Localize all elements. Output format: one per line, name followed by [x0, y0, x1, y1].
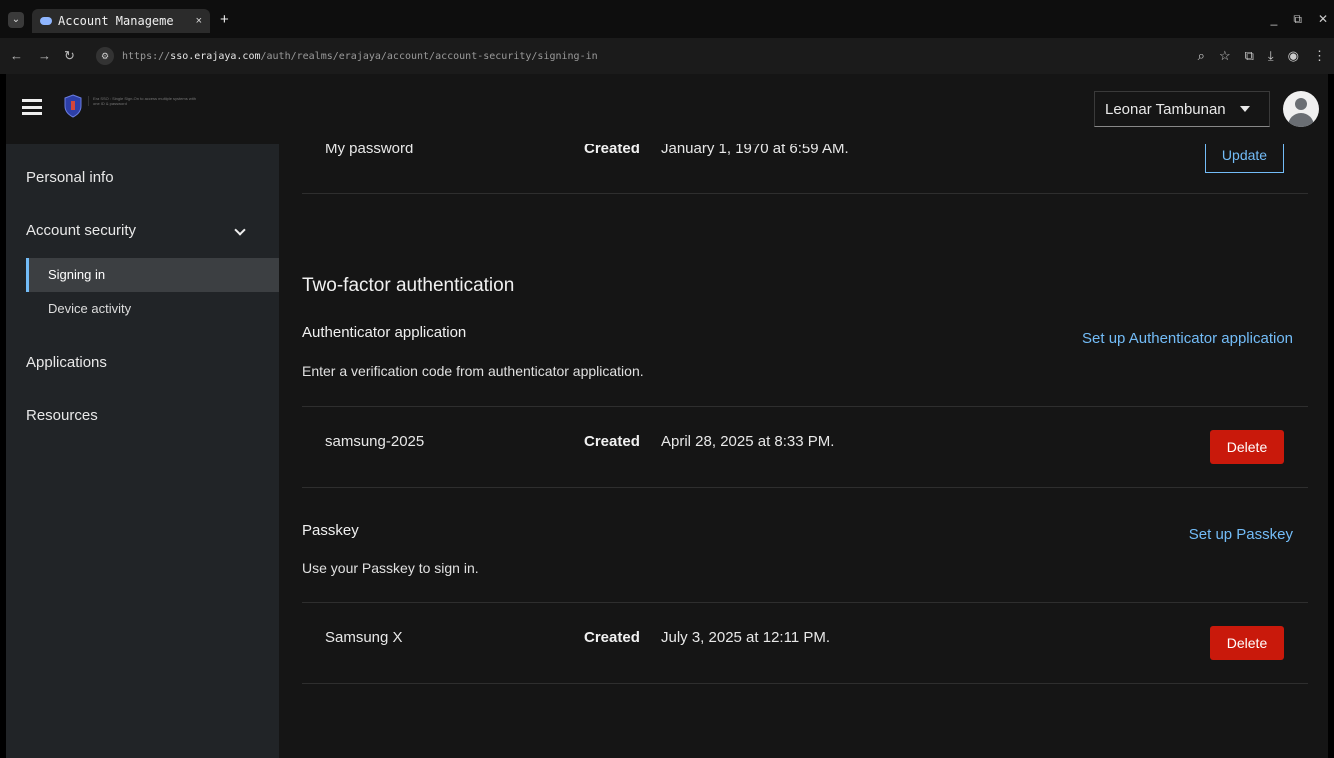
user-name: Leonar Tambunan — [1105, 100, 1226, 118]
browser-tab-bar: ⌄ Account Manageme × + _ ⧉ ✕ — [0, 0, 1334, 38]
authenticator-device-name: samsung-2025 — [325, 433, 425, 450]
browser-address-bar: ← → ↻ ⚙ https://sso.erajaya.com/auth/rea… — [0, 38, 1334, 74]
delete-passkey-button[interactable]: Delete — [1210, 626, 1284, 660]
delete-authenticator-button[interactable]: Delete — [1210, 430, 1284, 464]
chevron-down-icon[interactable] — [234, 224, 246, 236]
minimize-icon[interactable]: _ — [1271, 12, 1278, 27]
authenticator-created-date: April 28, 2025 at 8:33 PM. — [661, 433, 835, 450]
back-icon[interactable]: ← — [10, 48, 23, 63]
zoom-icon[interactable]: ⌕ — [1198, 48, 1205, 64]
password-created-date: January 1, 1970 at 6:59 AM. — [661, 144, 849, 157]
url-text: https://sso.erajaya.com/auth/realms/eraj… — [122, 50, 598, 62]
forward-icon[interactable]: → — [38, 48, 51, 63]
two-factor-title: Two-factor authentication — [302, 275, 515, 296]
tab-title: Account Manageme — [58, 14, 174, 28]
divider — [302, 193, 1308, 194]
tab-favicon-icon — [40, 17, 52, 25]
download-icon[interactable]: ⤓ — [1268, 48, 1274, 64]
close-window-icon[interactable]: ✕ — [1318, 12, 1328, 27]
password-name: My password — [325, 144, 414, 157]
hamburger-menu-icon[interactable] — [22, 99, 42, 115]
reload-icon[interactable]: ↻ — [64, 48, 75, 64]
authenticator-created-label: Created — [584, 433, 640, 450]
avatar[interactable] — [1283, 91, 1319, 127]
divider — [302, 406, 1308, 407]
sidebar-item-personal-info[interactable]: Personal info — [26, 169, 114, 186]
browser-tab[interactable]: Account Manageme × — [32, 9, 210, 33]
tab-search-icon[interactable]: ⌄ — [8, 12, 24, 28]
new-tab-icon[interactable]: + — [220, 11, 229, 28]
url-field[interactable]: ⚙ https://sso.erajaya.com/auth/realms/er… — [96, 44, 1196, 68]
browser-toolbar: ⌕ ☆ ⧉ ⤓ ◉ ⋮ — [1198, 48, 1326, 64]
passkey-created-date: July 3, 2025 at 12:11 PM. — [661, 629, 830, 646]
window-edge — [1328, 74, 1334, 758]
site-settings-icon[interactable]: ⚙ — [96, 47, 114, 65]
divider — [302, 683, 1308, 684]
user-dropdown[interactable]: Leonar Tambunan — [1094, 91, 1270, 127]
app-header: Era SSO : Single Sign-On to access multi… — [6, 74, 1334, 144]
passkey-description: Use your Passkey to sign in. — [302, 560, 479, 576]
caret-down-icon — [1239, 106, 1250, 112]
passkey-title: Passkey — [302, 522, 359, 539]
divider — [302, 602, 1308, 603]
sidebar-item-signing-in[interactable]: Signing in — [26, 258, 279, 292]
divider — [302, 487, 1308, 488]
sidebar-item-applications[interactable]: Applications — [26, 354, 107, 371]
authenticator-title: Authenticator application — [302, 324, 467, 341]
more-menu-icon[interactable]: ⋮ — [1313, 48, 1326, 64]
profile-icon[interactable]: ◉ — [1288, 48, 1299, 64]
tab-close-icon[interactable]: × — [196, 15, 202, 27]
password-created-label: Created — [584, 144, 640, 157]
update-password-button[interactable]: Update — [1205, 144, 1284, 173]
setup-authenticator-link[interactable]: Set up Authenticator application — [1049, 330, 1293, 347]
window-controls: _ ⧉ ✕ — [1271, 12, 1328, 27]
passkey-device-name: Samsung X — [325, 629, 403, 646]
passkey-created-label: Created — [584, 629, 640, 646]
main-content: My password Created January 1, 1970 at 6… — [279, 144, 1334, 758]
extensions-icon[interactable]: ⧉ — [1245, 48, 1254, 64]
authenticator-description: Enter a verification code from authentic… — [302, 363, 644, 379]
restore-icon[interactable]: ⧉ — [1293, 12, 1302, 27]
logo-tagline: Era SSO : Single Sign-On to access multi… — [88, 96, 198, 106]
sidebar: Personal info Account security Signing i… — [6, 144, 279, 758]
sidebar-item-device-activity[interactable]: Device activity — [26, 292, 279, 326]
sidebar-item-resources[interactable]: Resources — [26, 407, 98, 424]
bookmark-star-icon[interactable]: ☆ — [1219, 48, 1231, 64]
sidebar-item-account-security[interactable]: Account security — [26, 222, 136, 239]
setup-passkey-link[interactable]: Set up Passkey — [1049, 526, 1293, 543]
era-shield-logo-icon — [64, 94, 82, 118]
